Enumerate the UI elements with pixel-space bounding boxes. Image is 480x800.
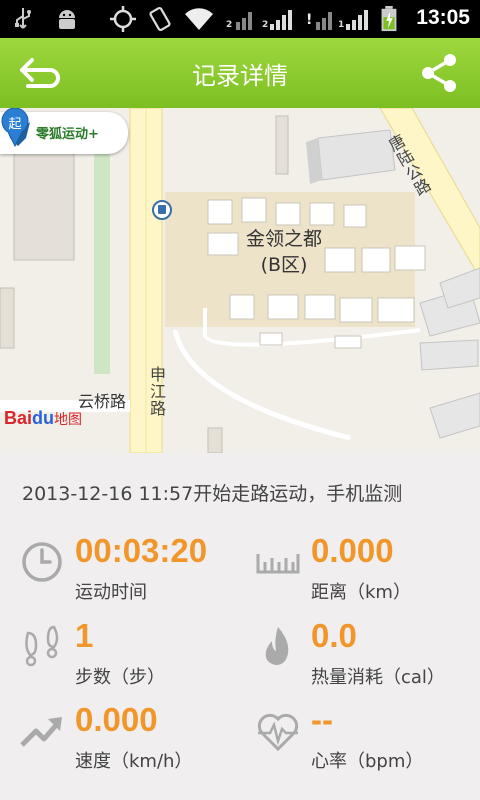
- heart-rate-icon: [257, 713, 299, 752]
- distance-value: 0.000: [311, 532, 394, 569]
- rotation-lock-icon: [149, 6, 171, 32]
- map-view[interactable]: 零狐运动+ 唐陆公路 申江路 云桥路 金领之都 (B区) 起 Baidu地图: [0, 108, 480, 453]
- footprints-icon: [25, 625, 59, 667]
- stat-time: 00:03:20 运动时间: [20, 532, 250, 620]
- app-logo-text: 零狐运动+: [36, 127, 99, 142]
- calories-value: 0.0: [311, 617, 357, 654]
- place-label: 金领之都 (B区): [246, 226, 322, 278]
- time-value: 00:03:20: [75, 532, 208, 569]
- calories-label: 热量消耗（cal）: [311, 667, 445, 688]
- sim-signal-2: 2: [262, 8, 292, 30]
- status-bar: 2 2 ! 1 13:05: [0, 0, 480, 38]
- record-details: 2013-12-16 11:57开始走路运动，手机监测 00:03:20 运动时…: [0, 453, 480, 800]
- usb-icon: [15, 8, 31, 29]
- road-label-yunqiao: 云桥路: [78, 392, 127, 411]
- gps-icon: [110, 6, 136, 32]
- wifi-icon: [185, 8, 213, 30]
- sim-label: 2: [226, 20, 233, 30]
- road-label-shenjiang: 申江路: [147, 366, 166, 417]
- page-title: 记录详情: [192, 62, 288, 90]
- baidu-du: du: [32, 408, 55, 428]
- stat-heart-rate: -- 心率（bpm）: [256, 701, 480, 789]
- baidu-map-logo: Baidu地图: [4, 408, 82, 429]
- ruler-icon: [256, 554, 300, 574]
- time-label: 运动时间: [75, 582, 147, 603]
- stat-speed: 0.000 速度（km/h）: [20, 701, 250, 789]
- heart-rate-value: --: [311, 701, 333, 738]
- place-subname: (B区): [260, 254, 308, 276]
- stat-steps: 1 步数（步）: [20, 617, 250, 705]
- sim-label: 1: [338, 20, 345, 30]
- baidu-brand: Bai: [4, 408, 33, 428]
- sim-label: 2: [262, 20, 269, 30]
- record-header: 2013-12-16 11:57开始走路运动，手机监测: [22, 483, 403, 505]
- sim-signal-4: 1: [338, 8, 368, 30]
- android-debug-icon: [59, 10, 75, 29]
- speed-value: 0.000: [75, 701, 158, 738]
- start-marker-icon[interactable]: 起: [0, 108, 30, 148]
- sim-signal-3: !: [306, 8, 334, 30]
- steps-value: 1: [75, 617, 94, 654]
- sim-signal-1: 2: [226, 8, 254, 30]
- heart-rate-label: 心率（bpm）: [311, 751, 424, 772]
- distance-label: 距离（km）: [311, 582, 411, 603]
- battery-charging-icon: [381, 6, 397, 32]
- clock-icon: [22, 542, 62, 582]
- speed-label: 速度（km/h）: [75, 751, 193, 772]
- stat-calories: 0.0 热量消耗（cal）: [256, 617, 480, 705]
- flame-icon: [265, 627, 289, 665]
- trend-arrow-icon: [20, 717, 62, 747]
- title-bar: 记录详情: [0, 38, 480, 108]
- stat-distance: 0.000 距离（km）: [256, 532, 480, 620]
- steps-label: 步数（步）: [75, 667, 165, 688]
- clock-time: 13:05: [416, 6, 470, 29]
- share-icon[interactable]: [416, 50, 462, 96]
- place-name: 金领之都: [246, 228, 323, 250]
- baidu-suffix: 地图: [54, 412, 83, 428]
- start-marker-label: 起: [8, 117, 21, 132]
